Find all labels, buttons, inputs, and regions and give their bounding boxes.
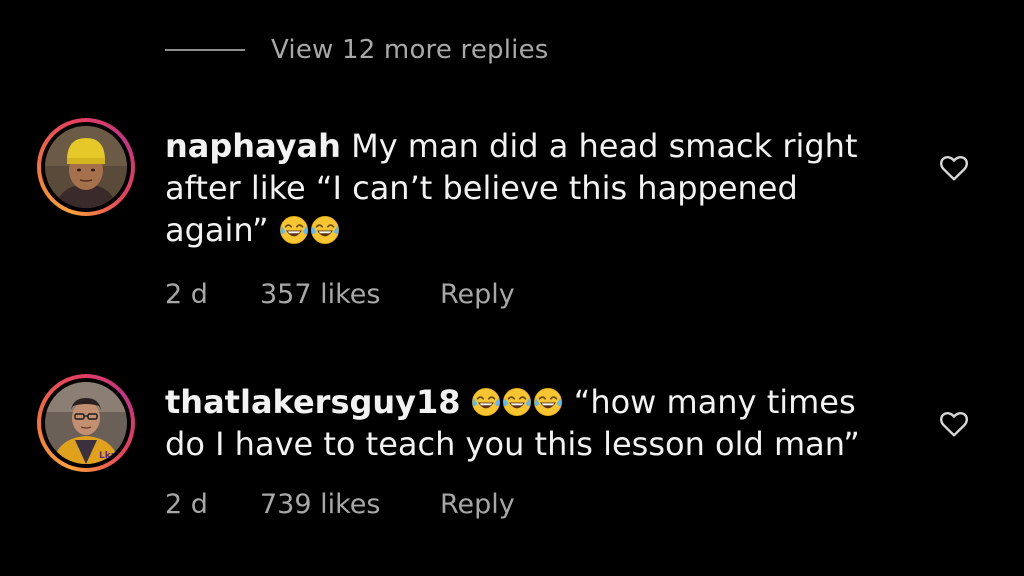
comment-text-line: My man did a head smack right	[340, 127, 858, 165]
comment-text-line: do I have to teach you this lesson old m…	[165, 425, 860, 463]
tears-of-joy-emoji-icon	[533, 387, 563, 417]
divider-line	[165, 49, 245, 51]
comment-meta: 2 d 357 likes Reply	[165, 274, 515, 314]
comment-text-line: again”	[165, 211, 279, 249]
comment-text: naphayah My man did a head smack right a…	[165, 125, 885, 251]
comment-text-line: “how many times	[563, 383, 856, 421]
tears-of-joy-emoji-icon	[310, 215, 340, 245]
tears-of-joy-emoji-icon	[471, 387, 501, 417]
comment-text: thatlakersguy18 “how many times do I hav…	[165, 381, 885, 465]
like-heart-icon[interactable]	[938, 152, 970, 184]
reply-button[interactable]: Reply	[440, 489, 515, 520]
view-more-replies-label: View 12 more replies	[271, 35, 549, 65]
comment-username[interactable]: thatlakersguy18	[165, 383, 461, 421]
comment-timestamp: 2 d	[165, 488, 208, 520]
svg-text:Lkr: Lkr	[99, 451, 116, 461]
comment-likes-count[interactable]: 739 likes	[260, 489, 440, 520]
profile-photo: Lkr	[45, 382, 127, 464]
comment-likes-count[interactable]: 357 likes	[260, 279, 440, 310]
view-more-replies-button[interactable]: View 12 more replies	[165, 30, 549, 70]
comment-meta: 2 d 739 likes Reply	[165, 484, 515, 524]
tears-of-joy-emoji-icon	[502, 387, 532, 417]
profile-photo	[45, 126, 127, 208]
comment-text-line: after like “I can’t believe this happene…	[165, 169, 798, 207]
avatar[interactable]: Lkr	[37, 374, 135, 472]
like-heart-icon[interactable]	[938, 408, 970, 440]
reply-button[interactable]: Reply	[440, 279, 515, 310]
comment-username[interactable]: naphayah	[165, 127, 341, 165]
avatar[interactable]	[37, 118, 135, 216]
tears-of-joy-emoji-icon	[279, 215, 309, 245]
comment-timestamp: 2 d	[165, 278, 208, 310]
